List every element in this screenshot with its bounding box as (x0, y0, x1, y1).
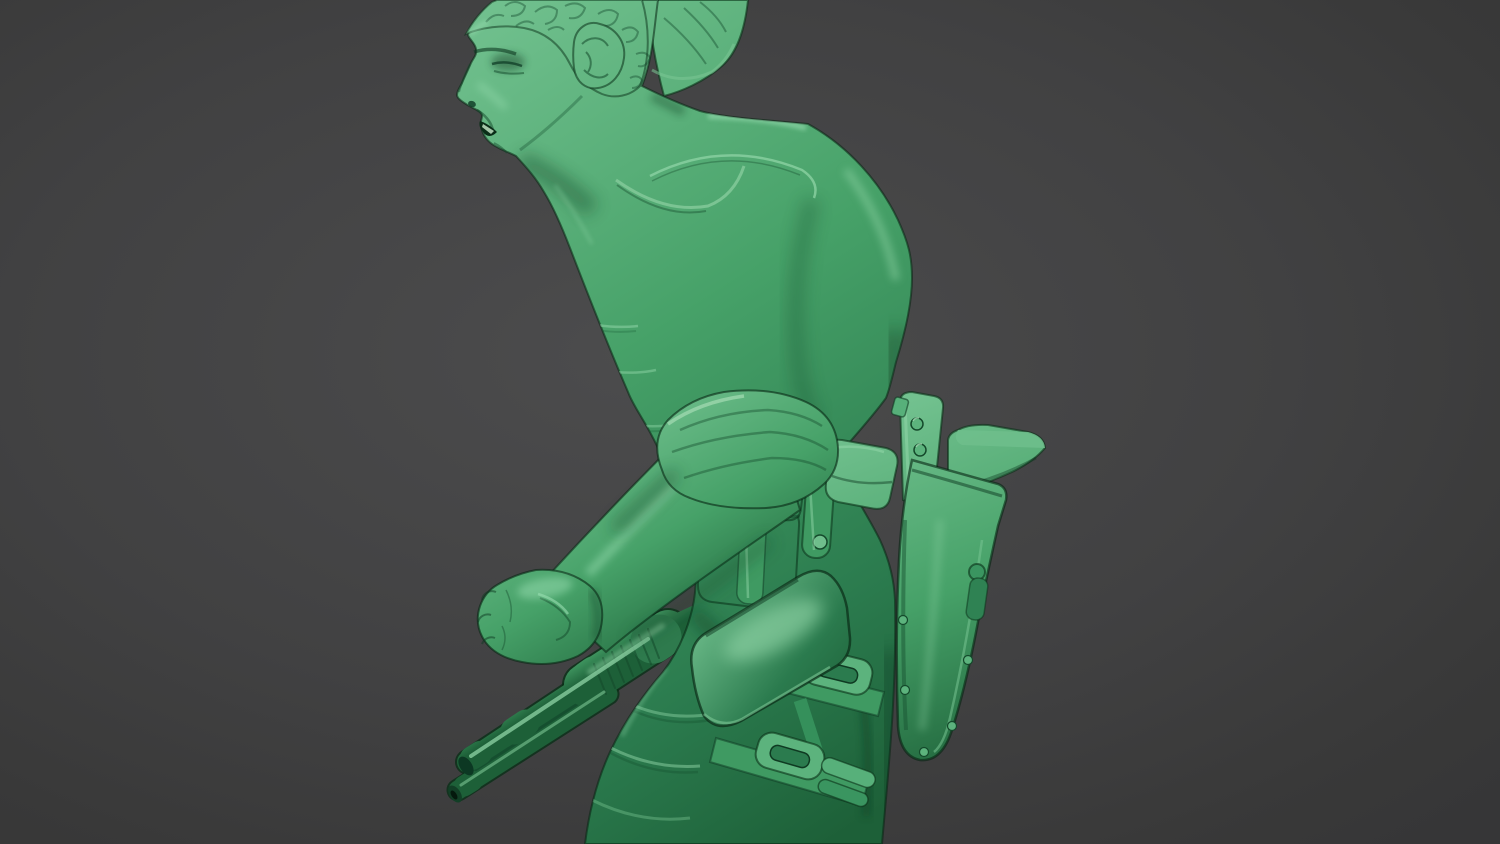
snap-button (813, 535, 827, 549)
sculpt-render-stage (0, 0, 1500, 844)
3d-viewport[interactable] (0, 0, 1500, 844)
